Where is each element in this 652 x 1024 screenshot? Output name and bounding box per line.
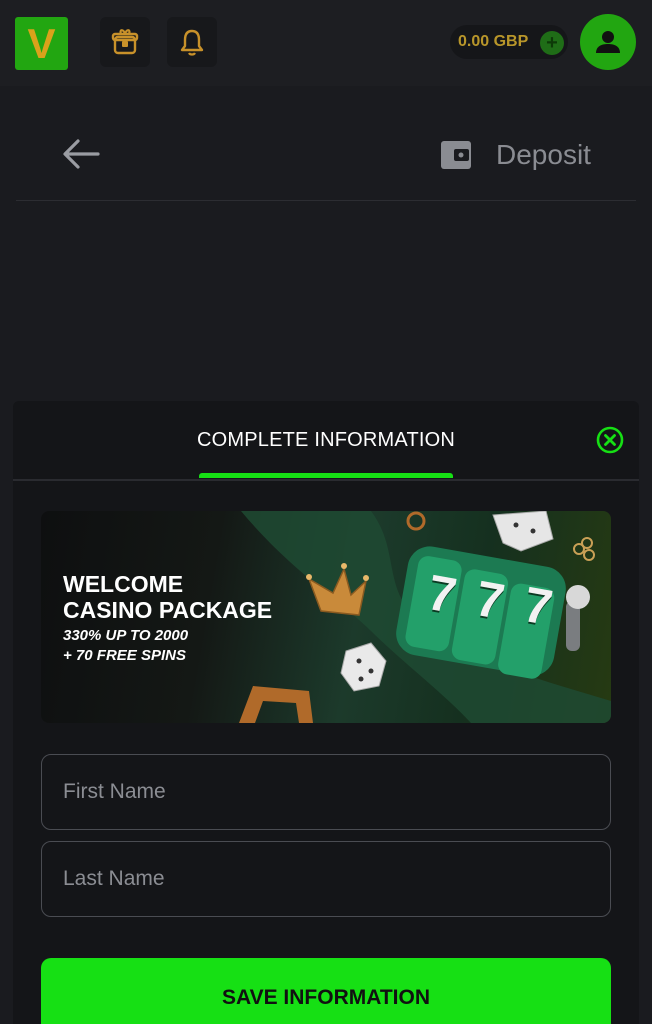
modal-header: COMPLETE INFORMATION: [13, 401, 639, 481]
active-tab-indicator: [199, 473, 453, 478]
back-arrow-icon: [63, 139, 100, 169]
clover-icon: [573, 537, 595, 561]
gift-button[interactable]: [100, 17, 150, 67]
modal-title: COMPLETE INFORMATION: [196, 429, 456, 451]
notifications-button[interactable]: [167, 17, 217, 67]
close-icon: [596, 426, 624, 454]
banner-sub-line1: 330% UP TO 2000: [63, 627, 189, 644]
deposit-label: Deposit: [496, 139, 591, 170]
divider: [16, 200, 636, 201]
back-button[interactable]: [60, 132, 104, 176]
save-information-button[interactable]: SAVE INFORMATION: [41, 958, 611, 1024]
first-name-input[interactable]: [42, 755, 610, 829]
balance-text: 0.00 GBP: [458, 33, 529, 50]
welcome-banner[interactable]: 777 WELCOME CASINO PACKAGE 330% UP TO 20…: [41, 511, 611, 723]
bell-icon: [180, 29, 204, 56]
dice-icon: [340, 642, 387, 692]
complete-information-modal: COMPLETE INFORMATION 7 7 7 WELCOME CASIN…: [13, 401, 639, 1024]
plus-icon[interactable]: +: [540, 31, 564, 55]
last-name-input[interactable]: [42, 842, 610, 916]
first-name-field[interactable]: [41, 754, 611, 830]
last-name-field[interactable]: [41, 841, 611, 917]
deposit-link[interactable]: Deposit: [440, 135, 591, 175]
avatar[interactable]: [580, 14, 636, 70]
close-button[interactable]: [596, 426, 624, 454]
top-bar: V 0.00 GBP +: [0, 0, 652, 86]
gift-icon: [111, 29, 139, 55]
banner-title: WELCOME CASINO PACKAGE: [63, 571, 272, 623]
balance-display[interactable]: 0.00 GBP +: [450, 25, 568, 59]
logo[interactable]: V: [15, 17, 68, 70]
banner-title-line1: WELCOME: [63, 571, 184, 597]
wallet-icon: [441, 141, 471, 169]
user-icon: [596, 31, 620, 53]
banner-subtitle: 330% UP TO 2000 + 70 FREE SPINS: [63, 626, 188, 666]
banner-title-line2: CASINO PACKAGE: [63, 597, 273, 623]
dice-icon: [492, 511, 554, 552]
banner-sub-line2: + 70 FREE SPINS: [63, 647, 186, 664]
